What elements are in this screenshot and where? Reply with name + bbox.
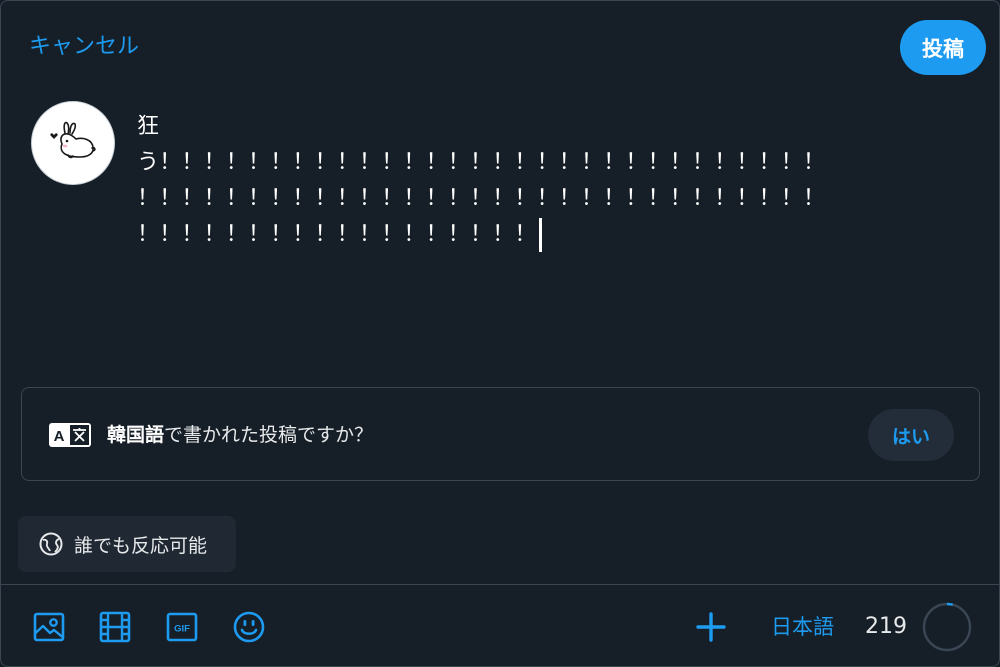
- text-caret: [538, 218, 542, 252]
- confirm-language-button[interactable]: はい: [868, 409, 954, 461]
- add-image-button[interactable]: [32, 609, 66, 645]
- compose-line: ！！！！！！！！！！！！！！！！！！: [137, 222, 537, 247]
- add-video-button[interactable]: [98, 609, 132, 645]
- language-selector-button[interactable]: 日本語: [771, 611, 834, 643]
- post-button[interactable]: 投稿: [900, 20, 986, 75]
- language-question: で書かれた投稿ですか？: [164, 424, 374, 446]
- reply-setting-button[interactable]: 誰でも反応可能: [18, 516, 236, 572]
- compose-line: 狂: [137, 114, 160, 139]
- globe-icon: [39, 532, 63, 556]
- add-gif-button[interactable]: GIF: [165, 609, 199, 645]
- translate-icon: A: [49, 423, 91, 447]
- rabbit-avatar-image: [50, 121, 96, 159]
- svg-text:A: A: [54, 428, 65, 445]
- cancel-button[interactable]: キャンセル: [29, 31, 139, 63]
- language-suggestion-text: 韓国語で書かれた投稿ですか？: [107, 420, 373, 450]
- compose-line: う！！！！！！！！！！！！！！！！！！！！！！！！！！！！！！: [137, 150, 826, 175]
- character-progress-ring: [922, 602, 972, 652]
- language-suggestion-box: A 韓国語で書かれた投稿ですか？ はい: [21, 387, 980, 481]
- compose-textarea[interactable]: 狂 う！！！！！！！！！！！！！！！！！！！！！！！！！！！！！！ ！！！！！！…: [137, 109, 947, 253]
- emoji-icon: [233, 611, 265, 643]
- video-icon: [99, 611, 131, 643]
- compose-line-last: ！！！！！！！！！！！！！！！！！！: [137, 217, 947, 253]
- compose-dialog: キャンセル 投稿 狂 う！！！！！！！！！！！！！！！！！！！！！！！！！！！！…: [0, 0, 1000, 667]
- add-emoji-button[interactable]: [232, 609, 266, 645]
- compose-line: ！！！！！！！！！！！！！！！！！！！！！！！！！！！！！！！: [137, 186, 826, 211]
- image-icon: [33, 612, 65, 642]
- reply-setting-label: 誰でも反応可能: [74, 534, 208, 557]
- avatar[interactable]: [31, 101, 115, 185]
- suggested-language: 韓国語: [107, 424, 165, 446]
- gif-icon: GIF: [166, 612, 198, 642]
- character-count: 219: [865, 614, 907, 639]
- toolbar-divider: [1, 584, 1000, 585]
- plus-icon[interactable]: [695, 611, 727, 643]
- svg-text:GIF: GIF: [174, 624, 190, 635]
